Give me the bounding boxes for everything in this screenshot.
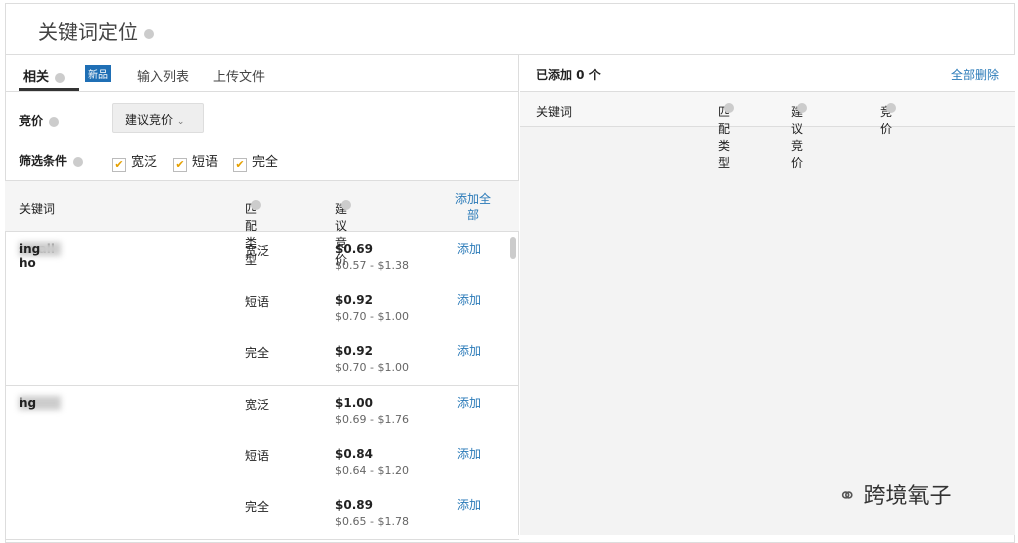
suggested-bid: $0.89: [335, 498, 373, 512]
check-icon: ✔: [173, 158, 187, 172]
filter-label: 筛选条件: [19, 152, 84, 169]
info-icon: [886, 103, 896, 113]
bid-range: $0.70 - $1.00: [335, 310, 409, 323]
bid-range: $0.65 - $1.78: [335, 515, 409, 528]
active-tab-indicator: [19, 88, 79, 91]
new-badge: 新品: [85, 65, 111, 82]
added-table-header: 关键词 匹配类型 建议竞价 竞价: [520, 92, 1015, 170]
info-icon: [797, 103, 807, 113]
bid-label: 竞价: [19, 112, 60, 129]
match-type: 宽泛: [245, 244, 270, 258]
keyword-group: small hoing宽泛 $0.69 $0.57 - $1.38 添加短语 $…: [5, 232, 519, 386]
added-keywords-panel: 已添加 0 个 全部删除 关键词 匹配类型 建议竞价 竞价: [520, 55, 1015, 535]
info-icon: [144, 28, 154, 39]
bid-range: $0.70 - $1.00: [335, 361, 409, 374]
add-button[interactable]: 添加: [457, 496, 481, 513]
table-row: 完全 $0.92 $0.70 - $1.00 添加: [5, 334, 519, 385]
col-keyword: 关键词: [19, 202, 56, 216]
info-icon: [73, 156, 84, 167]
bid-range: $0.64 - $1.20: [335, 464, 409, 477]
keyword-group: hong宽泛 $1.00 $0.69 - $1.76 添加短语 $0.84 $0…: [5, 386, 519, 540]
chevron-down-icon: ⌄: [176, 117, 185, 127]
match-type: 短语: [245, 295, 270, 309]
bid-range: $0.69 - $1.76: [335, 413, 409, 426]
add-button[interactable]: 添加: [457, 291, 481, 308]
info-icon: [55, 72, 66, 83]
suggested-bid: $1.00: [335, 396, 373, 410]
tab-related[interactable]: 相关: [23, 66, 66, 85]
tab-upload-file[interactable]: 上传文件: [213, 66, 265, 85]
match-type: 短语: [245, 449, 270, 463]
info-icon: [49, 116, 60, 127]
tab-enter-list[interactable]: 输入列表: [137, 66, 189, 85]
info-icon: [341, 200, 351, 210]
table-header: 关键词 匹配类型 建议竞价 添加全部: [5, 180, 519, 267]
bid-range: $0.57 - $1.38: [335, 259, 409, 272]
match-type: 完全: [245, 346, 270, 360]
add-all-button[interactable]: 添加全部: [451, 191, 495, 223]
scrollbar[interactable]: [510, 237, 516, 259]
checkbox-exact[interactable]: ✔ 完全: [233, 151, 278, 172]
table-row: 完全 $0.89 $0.65 - $1.78 添加: [5, 488, 519, 539]
keyword-table-body: small hoing宽泛 $0.69 $0.57 - $1.38 添加短语 $…: [5, 232, 519, 540]
suggested-bid: $0.69: [335, 242, 373, 256]
tab-bar: 相关 新品 输入列表 上传文件: [5, 55, 519, 92]
info-icon: [251, 200, 261, 210]
table-row: 短语 $0.92 $0.70 - $1.00 添加: [5, 283, 519, 334]
check-icon: ✔: [233, 158, 247, 172]
info-icon: [724, 103, 734, 113]
bid-dropdown[interactable]: 建议竞价 ⌄: [112, 103, 204, 133]
remove-all-button[interactable]: 全部删除: [951, 66, 999, 83]
added-count: 已添加 0 个: [536, 68, 601, 82]
checkbox-broad[interactable]: ✔ 宽泛: [112, 151, 157, 172]
added-header: 已添加 0 个 全部删除: [520, 55, 1015, 92]
add-button[interactable]: 添加: [457, 240, 481, 257]
suggested-bid: $0.84: [335, 447, 373, 461]
suggested-bid: $0.92: [335, 344, 373, 358]
match-type: 宽泛: [245, 398, 270, 412]
table-row: hong宽泛 $1.00 $0.69 - $1.76 添加: [19, 394, 482, 426]
add-button[interactable]: 添加: [457, 342, 481, 359]
check-icon: ✔: [112, 158, 126, 172]
add-button[interactable]: 添加: [457, 445, 481, 462]
match-type: 完全: [245, 500, 270, 514]
checkbox-phrase[interactable]: ✔ 短语: [173, 151, 218, 172]
table-row: 短语 $0.84 $0.64 - $1.20 添加: [5, 437, 519, 488]
wechat-icon: ⚭: [838, 484, 857, 509]
table-row: small hoing宽泛 $0.69 $0.57 - $1.38 添加: [19, 240, 482, 272]
add-button[interactable]: 添加: [457, 394, 481, 411]
keyword-suggestions-panel: 相关 新品 输入列表 上传文件 竞价 建议竞价 ⌄ 筛选条件 ✔ 宽泛 ✔ 短语 ✔…: [5, 55, 519, 540]
page-title: 关键词定位: [38, 16, 154, 45]
watermark: ⚭ 跨境氧子: [838, 484, 952, 509]
col-keyword: 关键词: [536, 105, 573, 119]
suggested-bid: $0.92: [335, 293, 373, 307]
